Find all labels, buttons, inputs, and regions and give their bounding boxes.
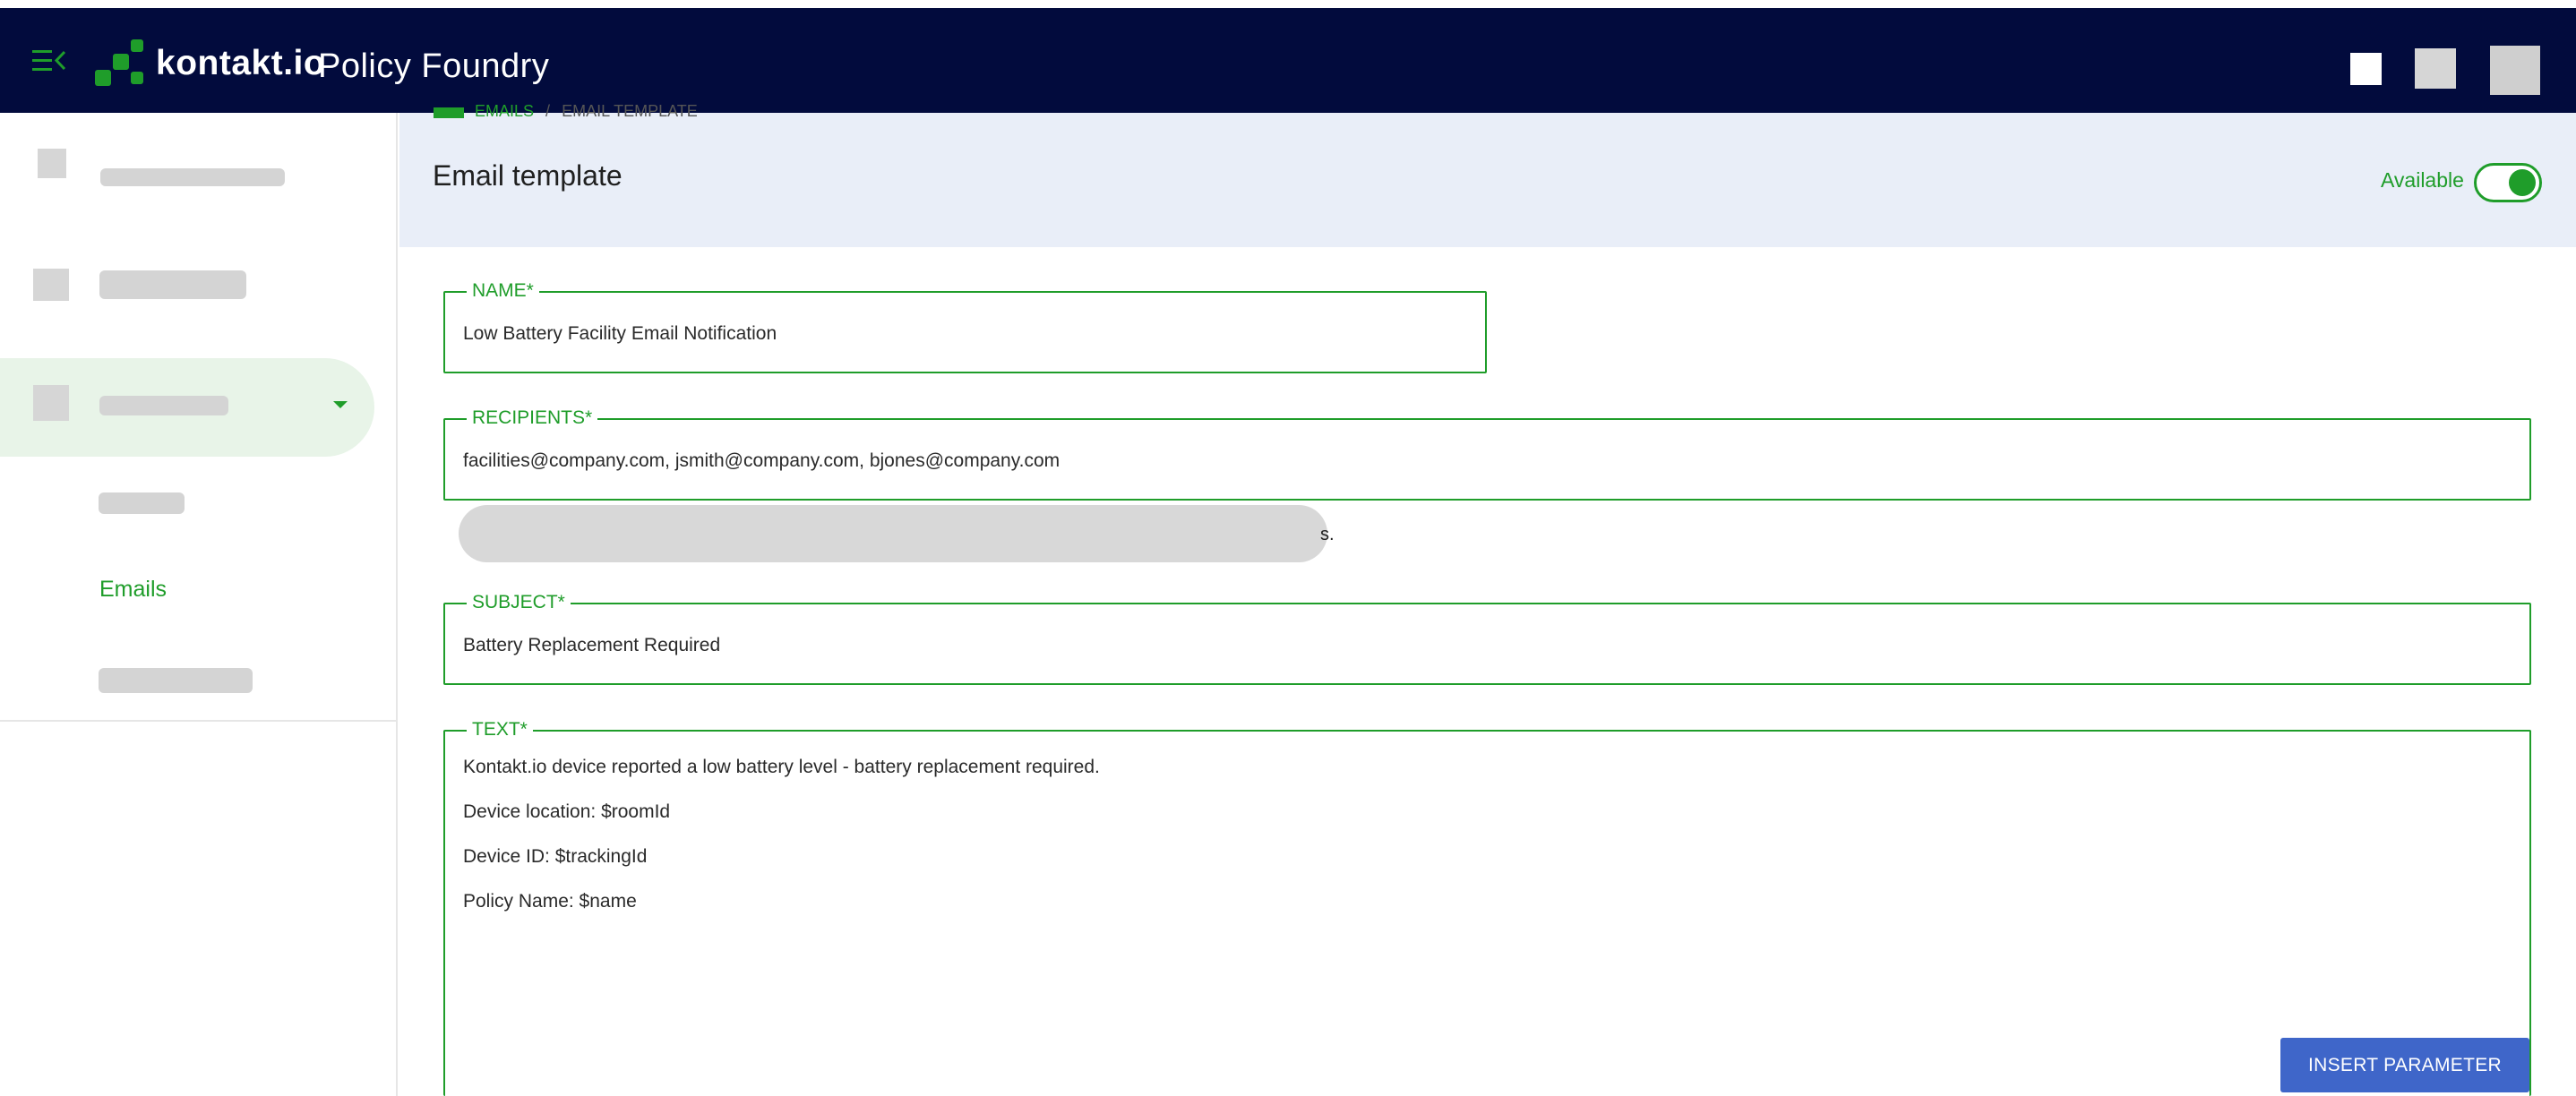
text-field[interactable]: TEXT* Kontakt.io device reported a low b… [443,719,2531,1096]
sidebar-item-2[interactable] [0,269,398,322]
recipients-helper-tail: s. [1320,525,1335,544]
menu-collapse-icon[interactable] [32,47,68,74]
recipients-field-label: RECIPIENTS* [467,407,598,429]
breadcrumb-back-icon[interactable] [434,107,464,118]
kontakt-logo[interactable]: kontakt.io [93,35,325,92]
breadcrumb: EMAILS / EMAIL TEMPLATE [434,102,698,118]
sidebar-subitem-1[interactable] [99,492,185,514]
sidebar-item-1-icon [38,149,66,178]
caret-down-icon[interactable] [333,401,348,408]
subject-field[interactable]: SUBJECT* Battery Replacement Required [443,592,2531,685]
page: kontakt.io Policy Foundry Emails EMAILS … [0,0,2576,1096]
text-line[interactable]: Kontakt.io device reported a low battery… [463,757,1100,778]
kontakt-logo-mark-icon [95,39,143,86]
page-header [399,113,2576,247]
availability-label: Available [2381,168,2464,192]
sidebar-item-3-label [99,396,228,415]
sidebar-item-3-icon [33,385,69,421]
recipients-field[interactable]: RECIPIENTS* facilities@company.com, jsmi… [443,407,2531,501]
subject-field-label: SUBJECT* [467,592,571,613]
breadcrumb-separator: / [545,102,551,118]
toggle-knob [2509,169,2536,196]
subject-input[interactable]: Battery Replacement Required [463,635,720,656]
text-field-label: TEXT* [467,719,533,741]
top-app-bar: kontakt.io Policy Foundry [0,8,2576,113]
brand-wordmark: kontakt.io [156,44,326,82]
breadcrumb-current: EMAIL TEMPLATE [562,102,698,118]
app-title: Policy Foundry [318,47,550,85]
sidebar-subitem-3[interactable] [99,668,253,693]
name-field[interactable]: NAME* Low Battery Facility Email Notific… [443,280,1487,373]
sidebar-item-2-label [99,270,246,299]
user-avatar[interactable] [2490,46,2540,95]
name-input[interactable]: Low Battery Facility Email Notification [463,323,777,345]
help-icon[interactable] [2350,53,2382,85]
availability-toggle[interactable] [2474,163,2542,202]
name-field-label: NAME* [467,280,539,302]
page-title: Email template [433,159,623,192]
sidebar-subitem-emails[interactable]: Emails [99,577,167,603]
insert-parameter-button[interactable]: INSERT PARAMETER [2280,1038,2529,1092]
breadcrumb-parent[interactable]: EMAILS [475,102,534,118]
sidebar-divider [0,720,398,722]
sidebar-item-1-label [100,168,285,186]
recipients-helper-text [459,505,1327,562]
text-line[interactable]: Device ID: $trackingId [463,846,647,868]
sidebar-item-2-icon [33,269,69,301]
text-line[interactable]: Device location: $roomId [463,801,670,823]
recipients-input[interactable]: facilities@company.com, jsmith@company.c… [463,450,1060,472]
text-line[interactable]: Policy Name: $name [463,891,637,912]
sidebar-item-1[interactable] [0,149,398,211]
notifications-icon[interactable] [2415,48,2456,89]
sidebar: Emails [0,113,398,1096]
